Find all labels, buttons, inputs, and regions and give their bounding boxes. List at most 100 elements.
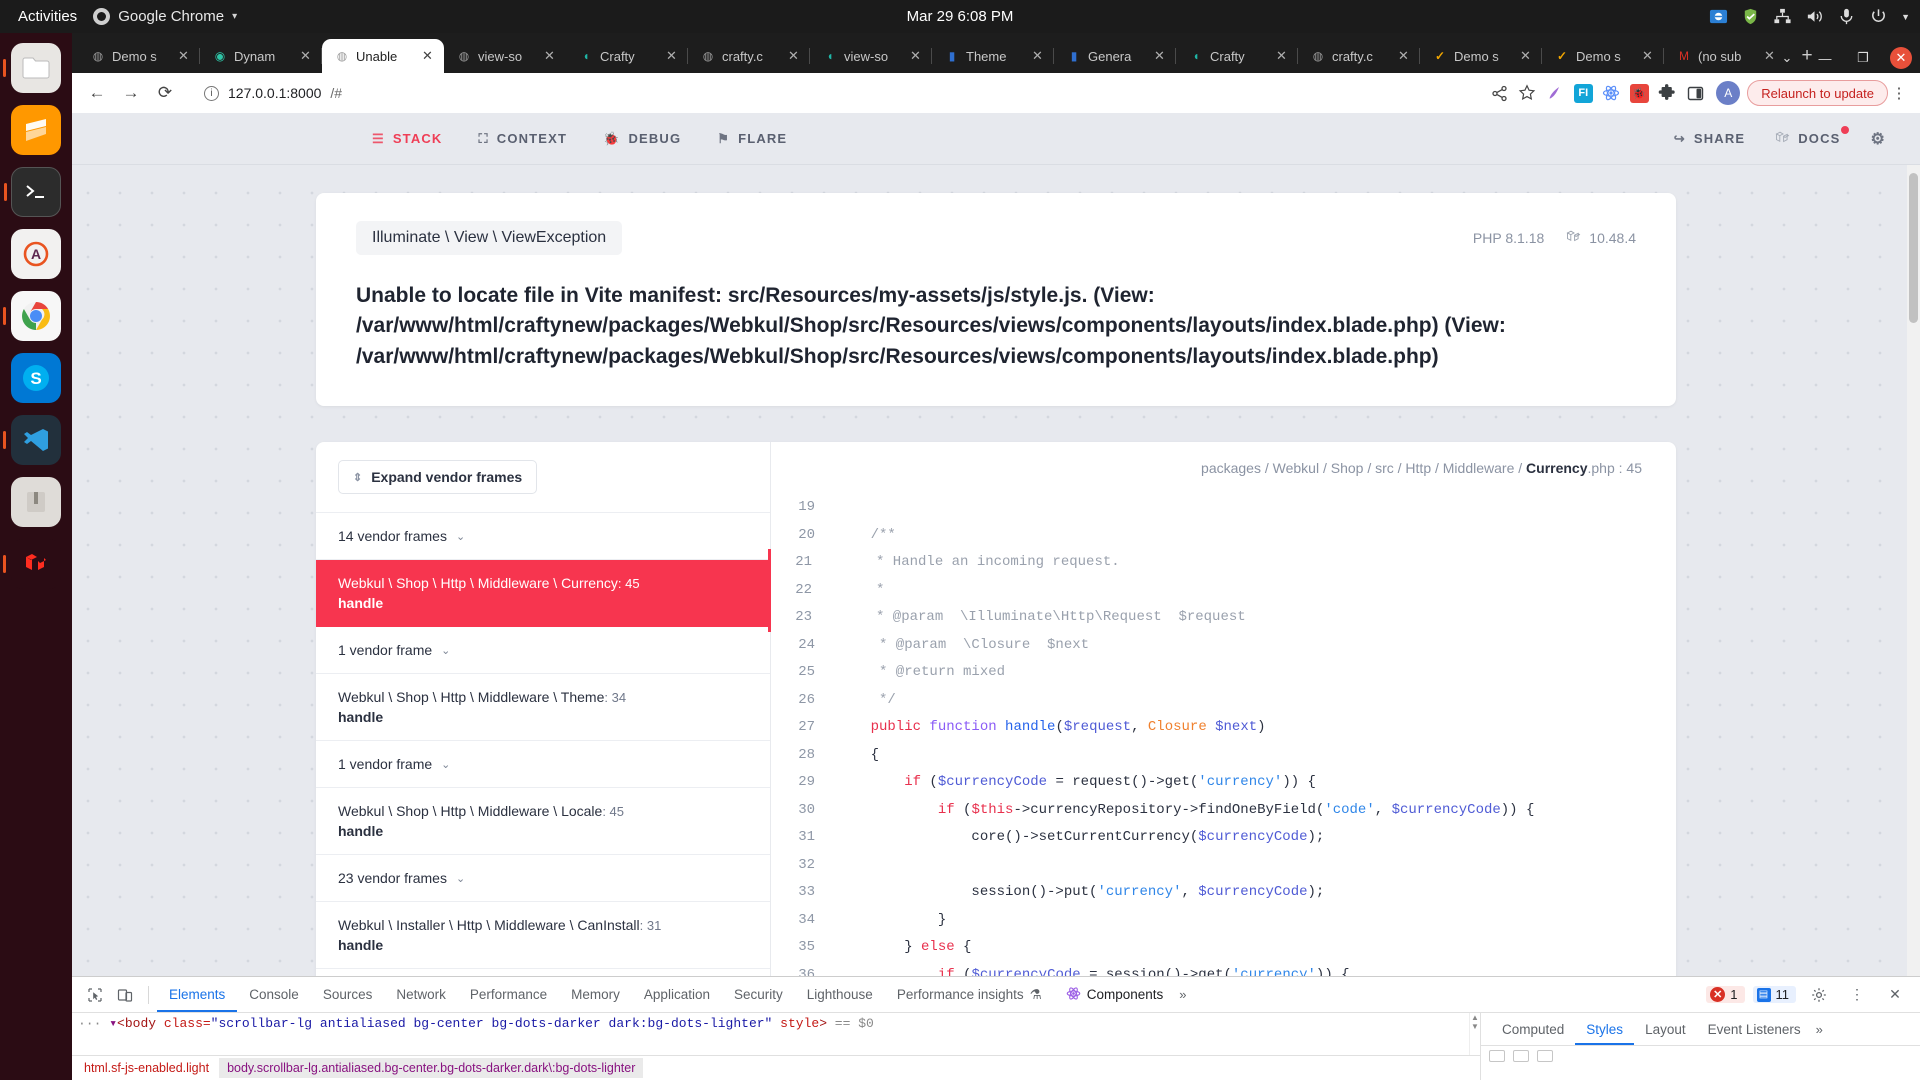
browser-tab[interactable]: ◖ Crafty ✕ bbox=[1176, 39, 1298, 73]
nav-stack[interactable]: ☰ STACK bbox=[372, 131, 443, 147]
devtools-overflow-chevron-icon[interactable]: » bbox=[1175, 987, 1190, 1002]
devtools-tab-security[interactable]: Security bbox=[722, 977, 795, 1012]
stack-frame[interactable]: Webkul \ Shop \ Http \ Middleware \ Them… bbox=[316, 674, 770, 742]
close-icon[interactable]: ✕ bbox=[544, 48, 558, 64]
dock-item-google-chrome[interactable] bbox=[11, 291, 61, 341]
power-icon[interactable] bbox=[1869, 7, 1888, 26]
nav-docs[interactable]: DOCS bbox=[1775, 125, 1850, 148]
devtools-tab-lighthouse[interactable]: Lighthouse bbox=[795, 977, 885, 1012]
styles-tab-computed[interactable]: Computed bbox=[1491, 1013, 1575, 1045]
filter-input[interactable] bbox=[1489, 1050, 1505, 1062]
back-button[interactable]: ← bbox=[82, 78, 112, 108]
message-count-badge[interactable]: ▤ 11 bbox=[1752, 986, 1796, 1003]
scroll-up-icon[interactable]: ▲ bbox=[1470, 1013, 1480, 1022]
tab-list-icon[interactable]: ⌄ bbox=[1776, 50, 1798, 66]
new-style-rule-button[interactable] bbox=[1537, 1050, 1553, 1062]
browser-tab[interactable]: ▮ Theme ✕ bbox=[932, 39, 1054, 73]
expand-vendor-frames-button[interactable]: ⇕ Expand vendor frames bbox=[338, 460, 538, 495]
code-snippet[interactable]: 19 20 /** 21 * Handle an incoming request.… bbox=[768, 494, 1676, 995]
app-menu[interactable]: Google Chrome ▾ bbox=[93, 8, 237, 25]
browser-tab[interactable]: ◍ crafty.c ✕ bbox=[1298, 39, 1420, 73]
close-icon[interactable]: ✕ bbox=[1398, 48, 1412, 64]
dom-ellipsis[interactable]: ··· bbox=[78, 1016, 101, 1031]
debugbar-extension-icon[interactable]: 🐞 bbox=[1625, 79, 1653, 107]
vendor-frame-group[interactable]: 14 vendor frames ⌄ bbox=[316, 513, 770, 561]
vendor-frame-group[interactable]: 1 vendor frame ⌄ bbox=[316, 627, 770, 675]
site-info-icon[interactable]: i bbox=[204, 85, 219, 101]
devtools-close-button[interactable]: ✕ bbox=[1880, 981, 1910, 1009]
error-count-badge[interactable]: ✕ 1 bbox=[1706, 986, 1745, 1003]
devtools-tab-performance-insights[interactable]: Performance insights ⚗ bbox=[885, 977, 1054, 1012]
browser-tab[interactable]: ◍ view-so ✕ bbox=[444, 39, 566, 73]
close-icon[interactable]: ✕ bbox=[1154, 48, 1168, 64]
avatar[interactable]: A bbox=[1716, 81, 1741, 105]
close-icon[interactable]: ✕ bbox=[1032, 48, 1046, 64]
stack-frame-selected[interactable]: Webkul \ Shop \ Http \ Middleware \ Curr… bbox=[316, 560, 770, 628]
nav-share[interactable]: ↪ SHARE bbox=[1674, 131, 1745, 147]
close-icon[interactable]: ✕ bbox=[788, 48, 802, 64]
network-icon[interactable] bbox=[1773, 7, 1792, 26]
reload-button[interactable]: ⟳ bbox=[150, 78, 180, 108]
device-toolbar-icon[interactable] bbox=[110, 981, 140, 1009]
system-menu-caret-icon[interactable]: ▼ bbox=[1901, 12, 1910, 22]
browser-tab[interactable]: ✓ Demo s ✕ bbox=[1420, 39, 1542, 73]
styles-tab-layout[interactable]: Layout bbox=[1634, 1013, 1697, 1045]
nav-context[interactable]: ⛶ CONTEXT bbox=[479, 131, 568, 147]
grammarly-extension-icon[interactable] bbox=[1541, 79, 1569, 107]
stack-frame[interactable]: Webkul \ Shop \ Http \ Middleware \ Loca… bbox=[316, 788, 770, 856]
styles-tab-styles[interactable]: Styles bbox=[1575, 1013, 1634, 1045]
close-icon[interactable]: ✕ bbox=[178, 48, 192, 64]
address-bar[interactable]: i 127.0.0.1:8000 /# bbox=[192, 79, 1478, 107]
stack-frame[interactable]: Webkul \ Installer \ Http \ Middleware \… bbox=[316, 902, 770, 970]
browser-tab[interactable]: ◖ view-so ✕ bbox=[810, 39, 932, 73]
close-icon[interactable]: ✕ bbox=[1642, 48, 1656, 64]
extensions-puzzle-icon[interactable] bbox=[1653, 79, 1681, 107]
dock-item-ubuntu-software[interactable]: A bbox=[11, 229, 61, 279]
network-vpn-icon[interactable] bbox=[1709, 7, 1728, 26]
relaunch-to-update-button[interactable]: Relaunch to update bbox=[1747, 80, 1888, 106]
elements-scrollbar[interactable]: ▲ ▼ bbox=[1469, 1013, 1480, 1055]
page-scrollbar[interactable] bbox=[1907, 165, 1920, 1016]
dom-node-line[interactable]: ··· ▾<body class="scrollbar-lg antialias… bbox=[72, 1013, 1480, 1031]
breadcrumb-html[interactable]: html.sf-js-enabled.light bbox=[76, 1058, 217, 1078]
maximize-button[interactable]: ❐ bbox=[1852, 50, 1874, 66]
close-window-button[interactable]: ✕ bbox=[1890, 47, 1912, 69]
clock[interactable]: Mar 29 6:08 PM bbox=[907, 8, 1014, 25]
devtools-tab-console[interactable]: Console bbox=[237, 977, 311, 1012]
fi-extension-icon[interactable]: FI bbox=[1569, 79, 1597, 107]
browser-tab[interactable]: ◉ Dynam ✕ bbox=[200, 39, 322, 73]
dock-item-laravel-herd[interactable] bbox=[11, 539, 61, 589]
inspect-element-icon[interactable] bbox=[80, 981, 110, 1009]
devtools-more-button[interactable]: ⋮ bbox=[1842, 981, 1872, 1009]
close-icon[interactable]: ✕ bbox=[1276, 48, 1290, 64]
dock-item-visual-studio-code[interactable] bbox=[11, 415, 61, 465]
scroll-down-icon[interactable]: ▼ bbox=[1470, 1022, 1480, 1031]
browser-tab[interactable]: ✓ Demo s ✕ bbox=[1542, 39, 1664, 73]
devtools-tab-memory[interactable]: Memory bbox=[559, 977, 632, 1012]
close-icon[interactable]: ✕ bbox=[300, 48, 314, 64]
page-scrollbar-thumb[interactable] bbox=[1909, 173, 1918, 323]
bookmark-star-icon[interactable] bbox=[1513, 79, 1541, 107]
gear-icon[interactable] bbox=[1804, 981, 1834, 1009]
volume-icon[interactable] bbox=[1805, 7, 1824, 26]
chrome-menu-button[interactable]: ⋮ bbox=[1888, 84, 1910, 102]
dom-expand-triangle-icon[interactable]: ▾ bbox=[109, 1016, 117, 1031]
dock-item-skype[interactable]: S bbox=[11, 353, 61, 403]
dock-item-sublime-text[interactable] bbox=[11, 105, 61, 155]
close-icon[interactable]: ✕ bbox=[910, 48, 924, 64]
dock-item-terminal[interactable] bbox=[11, 167, 61, 217]
devtools-tab-performance[interactable]: Performance bbox=[458, 977, 559, 1012]
styles-overflow-chevron-icon[interactable]: » bbox=[1812, 1022, 1827, 1037]
shield-icon[interactable] bbox=[1741, 7, 1760, 26]
vendor-frame-group[interactable]: 1 vendor frame ⌄ bbox=[316, 741, 770, 789]
minimize-button[interactable]: — bbox=[1814, 51, 1836, 66]
devtools-tab-elements[interactable]: Elements bbox=[157, 977, 237, 1012]
browser-tab[interactable]: ◍ crafty.c ✕ bbox=[688, 39, 810, 73]
react-devtools-icon[interactable] bbox=[1597, 79, 1625, 107]
devtools-tab-sources[interactable]: Sources bbox=[311, 977, 385, 1012]
forward-button[interactable]: → bbox=[116, 78, 146, 108]
devtools-tab-network[interactable]: Network bbox=[384, 977, 458, 1012]
dock-item-archive-manager[interactable] bbox=[11, 477, 61, 527]
devtools-tab-application[interactable]: Application bbox=[632, 977, 722, 1012]
browser-tab[interactable]: ◖ Crafty ✕ bbox=[566, 39, 688, 73]
